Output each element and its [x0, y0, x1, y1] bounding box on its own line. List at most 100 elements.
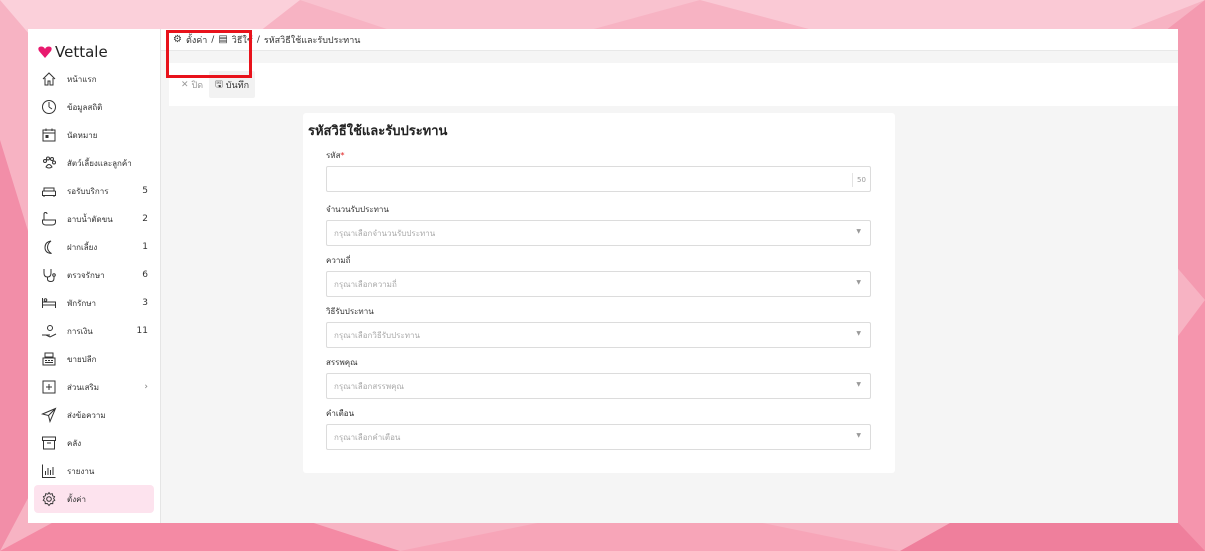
sidebar-item-pets-customers[interactable]: สัตว์เลี้ยงและลูกค้า	[34, 149, 154, 177]
code-label-text: รหัส	[326, 151, 341, 160]
sidebar-item-label: พักรักษา	[67, 298, 97, 308]
property-placeholder: กรุณาเลือกสรรพคุณ	[334, 381, 404, 391]
code-field: รหัส* 50	[326, 149, 871, 192]
code-input[interactable]: 50	[326, 166, 871, 192]
sidebar-item-label: ส่วนเสริม	[67, 382, 100, 392]
sidebar-item-boarding[interactable]: ฝากเลี้ยง 1	[34, 233, 154, 261]
dropdown-caret-icon: ▼	[856, 279, 861, 286]
breadcrumb-separator: /	[211, 34, 215, 45]
breadcrumb-current: รหัสวิธีใช้และรับประทาน	[263, 35, 361, 46]
warning-select[interactable]: กรุณาเลือกคำเตือน ▼	[326, 424, 871, 450]
app-window: Vettale หน้าแรก ข้อมูลสถิติ นัดหมาย สัตว…	[28, 29, 1178, 523]
sofa-icon	[41, 183, 57, 199]
character-counter: 50	[852, 173, 870, 187]
sidebar-item-label: ส่งข้อความ	[67, 410, 106, 420]
paper-plane-icon	[41, 407, 57, 423]
sidebar-item-label: นัดหมาย	[67, 130, 98, 140]
sidebar-item-label: ตั้งค่า	[67, 494, 86, 504]
sidebar-item-label: ข้อมูลสถิติ	[67, 102, 103, 112]
sidebar-item-waiting-service[interactable]: รอรับบริการ 5	[34, 177, 154, 205]
dropdown-caret-icon: ▼	[856, 432, 861, 439]
heart-logo-icon	[38, 46, 52, 58]
property-select[interactable]: กรุณาเลือกสรรพคุณ ▼	[326, 373, 871, 399]
cash-register-icon	[41, 351, 57, 367]
sidebar-item-label: สัตว์เลี้ยงและลูกค้า	[67, 158, 132, 168]
sidebar-item-count: 6	[142, 270, 148, 280]
sidebar-item-statistics[interactable]: ข้อมูลสถิติ	[34, 93, 154, 121]
sidebar-item-label: คลัง	[67, 438, 82, 448]
gear-icon: ⚙	[173, 34, 182, 45]
bar-chart-icon	[41, 463, 57, 479]
breadcrumb-methods[interactable]: วิธีใช้	[232, 33, 253, 47]
calendar-icon	[41, 127, 57, 143]
frequency-select[interactable]: กรุณาเลือกความถี่ ▼	[326, 271, 871, 297]
dashboard-gauge-icon	[41, 99, 57, 115]
sidebar-item-label: รอรับบริการ	[67, 186, 109, 196]
sidebar-item-count: 5	[142, 186, 148, 196]
save-button-label: บันทึก	[225, 80, 250, 91]
method-select[interactable]: กรุณาเลือกวิธีรับประทาน ▼	[326, 322, 871, 348]
property-label: สรรพคุณ	[326, 358, 358, 367]
home-icon	[41, 71, 57, 87]
amount-select[interactable]: กรุณาเลือกจำนวนรับประทาน ▼	[326, 220, 871, 246]
sidebar-item-label: ฝากเลี้ยง	[67, 242, 98, 252]
sidebar-item-count: 3	[142, 298, 148, 308]
sidebar-item-label: ตรวจรักษา	[67, 270, 105, 280]
archive-box-icon	[41, 435, 57, 451]
sidebar-item-label: รายงาน	[67, 466, 95, 476]
dropdown-caret-icon: ▼	[856, 228, 861, 235]
save-button[interactable]: 🖫 บันทึก	[209, 71, 256, 98]
page-title: รหัสวิธีใช้และรับประทาน	[308, 124, 448, 139]
sidebar-item-home[interactable]: หน้าแรก	[34, 65, 154, 93]
amount-field: จำนวนรับประทาน กรุณาเลือกจำนวนรับประทาน …	[326, 203, 871, 246]
main-content: ⚙ ตั้งค่า / ▤ วิธีใช้ / รหัสวิธีใช้และรั…	[161, 29, 1178, 523]
sidebar-item-treatment[interactable]: ตรวจรักษา 6	[34, 261, 154, 289]
save-icon: 🖫	[215, 79, 223, 90]
sidebar-item-grooming[interactable]: อาบน้ำตัดขน 2	[34, 205, 154, 233]
logo-text: Vettale	[55, 43, 108, 61]
sidebar-item-reports[interactable]: รายงาน	[34, 457, 154, 485]
amount-label: จำนวนรับประทาน	[326, 205, 389, 214]
method-label: วิธีรับประทาน	[326, 307, 374, 316]
sidebar-item-appointments[interactable]: นัดหมาย	[34, 121, 154, 149]
warning-placeholder: กรุณาเลือกคำเตือน	[334, 432, 401, 442]
sidebar-item-messages[interactable]: ส่งข้อความ	[34, 401, 154, 429]
sidebar-item-retail[interactable]: ขายปลีก	[34, 345, 154, 373]
warning-label: คำเตือน	[326, 409, 355, 418]
sidebar-item-count: 2	[142, 214, 148, 224]
sidebar-item-count: 1	[142, 242, 148, 252]
sidebar-item-finance[interactable]: การเงิน 11	[34, 317, 154, 345]
required-mark: *	[340, 151, 345, 160]
sidebar-item-inventory[interactable]: คลัง	[34, 429, 154, 457]
dropdown-caret-icon: ▼	[856, 330, 861, 337]
logo[interactable]: Vettale	[28, 29, 160, 65]
code-label: รหัส*	[326, 149, 871, 162]
warning-field: คำเตือน กรุณาเลือกคำเตือน ▼	[326, 407, 871, 450]
bathtub-icon	[41, 211, 57, 227]
plus-square-icon	[41, 379, 57, 395]
frequency-placeholder: กรุณาเลือกความถี่	[334, 279, 397, 289]
sidebar-item-count: 11	[136, 326, 148, 336]
sidebar-item-settings[interactable]: ตั้งค่า	[34, 485, 154, 513]
bed-icon	[41, 295, 57, 311]
moon-icon	[41, 239, 57, 255]
dropdown-caret-icon: ▼	[856, 381, 861, 388]
cancel-button[interactable]: ✕ ปิด	[175, 71, 209, 98]
frequency-label: ความถี่	[326, 256, 351, 265]
breadcrumb: ⚙ ตั้งค่า / ▤ วิธีใช้ / รหัสวิธีใช้และรั…	[161, 29, 1178, 51]
property-field: สรรพคุณ กรุณาเลือกสรรพคุณ ▼	[326, 356, 871, 399]
sidebar-item-label: ขายปลีก	[67, 354, 97, 364]
cancel-button-label: ปิด	[191, 80, 204, 91]
breadcrumb-settings[interactable]: ตั้งค่า	[186, 33, 207, 47]
action-toolbar: ✕ ปิด 🖫 บันทึก	[169, 63, 1178, 106]
sidebar-item-addons[interactable]: ส่วนเสริม ›	[34, 373, 154, 401]
document-icon: ▤	[218, 34, 228, 45]
sidebar-item-label: การเงิน	[67, 326, 93, 336]
method-field: วิธีรับประทาน กรุณาเลือกวิธีรับประทาน ▼	[326, 305, 871, 348]
sidebar-item-label: หน้าแรก	[67, 74, 97, 84]
money-hand-icon	[41, 323, 57, 339]
method-placeholder: กรุณาเลือกวิธีรับประทาน	[334, 330, 420, 340]
stethoscope-icon	[41, 267, 57, 283]
close-icon: ✕	[181, 79, 189, 90]
sidebar-item-hospitalization[interactable]: พักรักษา 3	[34, 289, 154, 317]
